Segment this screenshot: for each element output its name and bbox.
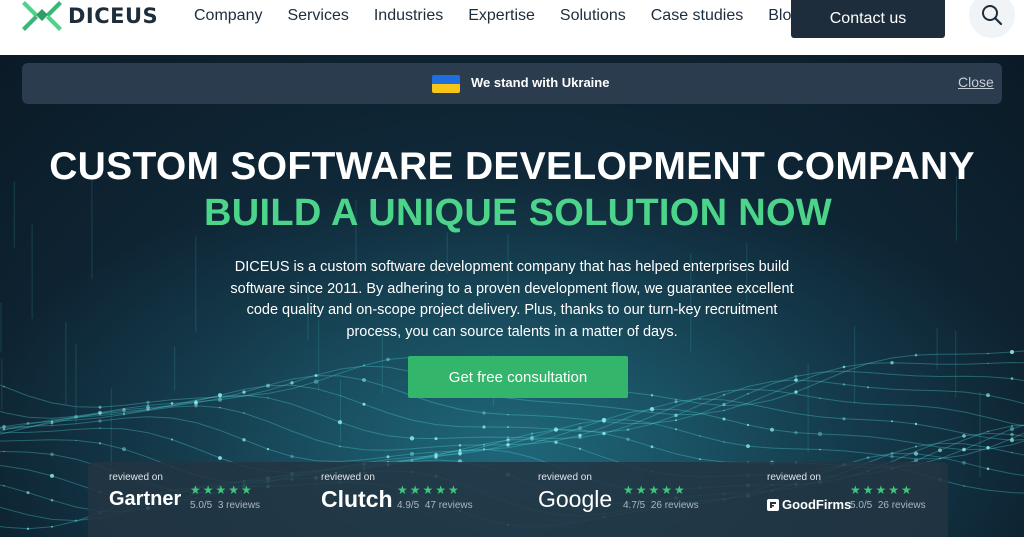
- search-icon: [982, 5, 1003, 26]
- get-free-consultation-button[interactable]: Get free consultation: [408, 356, 628, 398]
- goodfirms-count: 26 reviews: [877, 500, 926, 511]
- google-brand: Google: [538, 486, 613, 512]
- goodfirms-stars: ★★★★★: [850, 483, 914, 497]
- contact-us-button[interactable]: Contact us: [791, 0, 945, 38]
- review-gartner[interactable]: reviewed on Gartner ★★★★★ 5.0/5 3 review…: [109, 472, 299, 532]
- google-stars: ★★★★★: [623, 483, 687, 497]
- review-clutch[interactable]: reviewed on Clutch ★★★★★ 4.9/5 47 review…: [321, 472, 511, 532]
- ukraine-banner: We stand with Ukraine Close: [22, 63, 1002, 104]
- nav-solutions[interactable]: Solutions: [560, 6, 626, 26]
- nav-services[interactable]: Services: [287, 6, 348, 26]
- review-goodfirms[interactable]: reviewed on GoodFirms ★★★★★ 5.0/5 26 rev…: [767, 472, 947, 532]
- gartner-score: 5.0/5: [190, 500, 213, 511]
- gartner-stars: ★★★★★: [190, 483, 254, 497]
- banner-close-link[interactable]: Close: [958, 74, 994, 90]
- goodfirms-score: 5.0/5: [850, 500, 873, 511]
- logo[interactable]: DICEUS: [22, 1, 158, 31]
- goodfirms-brand: GoodFirms: [782, 497, 852, 512]
- hero-section: We stand with Ukraine Close CUSTOM SOFTW…: [0, 55, 1024, 537]
- goodfirms-logo-icon: [767, 499, 779, 511]
- banner-text: We stand with Ukraine: [471, 75, 610, 90]
- site-header: DICEUS Company Services Industries Exper…: [0, 0, 1024, 55]
- gartner-brand: Gartner: [109, 488, 182, 510]
- google-score: 4.7/5: [623, 500, 646, 511]
- hero-subtitle: BUILD A UNIQUE SOLUTION NOW: [203, 192, 833, 234]
- gartner-count: 3 reviews: [217, 500, 261, 511]
- ukraine-flag-icon: [432, 75, 460, 93]
- nav-expertise[interactable]: Expertise: [468, 6, 535, 26]
- google-count: 26 reviews: [650, 500, 699, 511]
- hero-title: CUSTOM SOFTWARE DEVELOPMENT COMPANY: [49, 145, 975, 188]
- clutch-score: 4.9/5: [397, 500, 420, 511]
- diceus-logo-icon: [22, 1, 62, 31]
- clutch-brand: Clutch: [321, 486, 393, 512]
- logo-text: DICEUS: [68, 4, 159, 28]
- clutch-count: 47 reviews: [424, 500, 473, 511]
- review-google[interactable]: reviewed on Google ★★★★★ 4.7/5 26 review…: [538, 472, 728, 532]
- nav-case-studies[interactable]: Case studies: [651, 6, 744, 26]
- clutch-stars: ★★★★★: [397, 483, 461, 497]
- main-nav: Company Services Industries Expertise So…: [194, 6, 825, 26]
- nav-industries[interactable]: Industries: [374, 6, 443, 26]
- search-button[interactable]: [969, 0, 1015, 38]
- hero-description: DICEUS is a custom software development …: [230, 259, 794, 340]
- reviews-bar: reviewed on Gartner ★★★★★ 5.0/5 3 review…: [88, 462, 948, 537]
- nav-company[interactable]: Company: [194, 6, 262, 26]
